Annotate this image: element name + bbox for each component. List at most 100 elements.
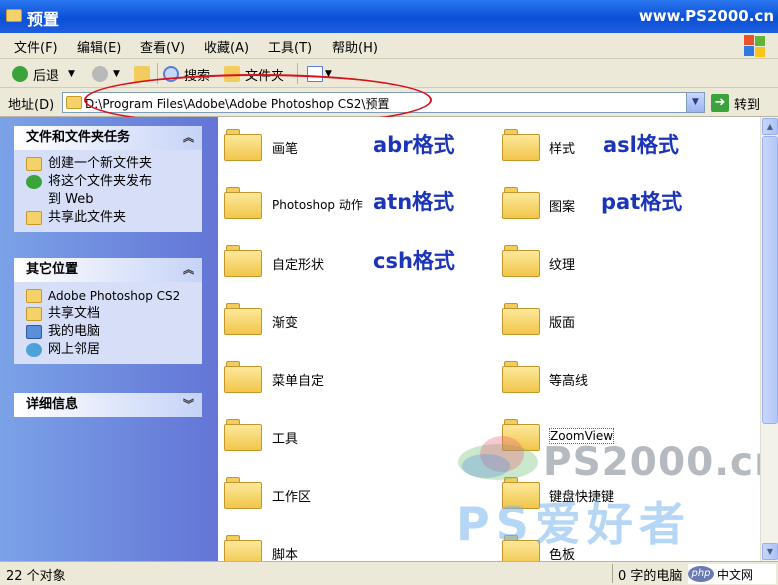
search-label: 搜索	[184, 68, 211, 84]
php-logo-icon: php	[688, 566, 714, 582]
ps2000-logo-icon	[458, 436, 538, 480]
folders-icon	[224, 66, 240, 82]
search-icon	[163, 66, 179, 82]
folder-icon[interactable]	[224, 303, 262, 335]
back-button[interactable]: 后退 ▼	[12, 64, 75, 84]
folder-icon	[6, 9, 22, 22]
collapse-icon[interactable]: ︽	[183, 126, 194, 150]
folder-label[interactable]: 版面	[549, 312, 575, 331]
object-count: 22 个对象	[6, 569, 66, 584]
address-bar: 地址(D) D:\Program Files\Adobe\Adobe Photo…	[0, 88, 778, 117]
folder-icon[interactable]	[502, 187, 540, 219]
folder-icon[interactable]	[224, 535, 262, 561]
place-photoshop[interactable]: Adobe Photoshop CS2	[26, 287, 202, 305]
folders-label: 文件夹	[245, 68, 285, 84]
views-button[interactable]: ▼	[307, 64, 332, 84]
chevron-down-icon[interactable]: ▼	[686, 93, 704, 112]
folder-icon[interactable]	[224, 245, 262, 277]
views-icon	[307, 66, 323, 82]
tagline-watermark: PS爱好者	[456, 497, 691, 551]
toolbar-divider	[297, 63, 298, 84]
toolbar: 后退 ▼ ▼ 搜索 文件夹 ▼	[0, 59, 778, 88]
windows-logo-icon	[744, 35, 766, 57]
up-button[interactable]	[134, 64, 155, 84]
place-my-computer-label: 我的电脑	[48, 324, 101, 339]
folders-button[interactable]: 文件夹	[224, 64, 284, 84]
folder-icon[interactable]	[502, 361, 540, 393]
menu-help[interactable]: 帮助(H)	[332, 37, 378, 56]
folder-label[interactable]: 菜单自定	[272, 370, 324, 389]
new-folder-icon	[26, 157, 42, 171]
vertical-scrollbar[interactable]: ▲ ▼	[760, 117, 778, 561]
places-panel-title: 其它位置	[26, 262, 79, 277]
title-bar[interactable]: 预置 www.PS2000.cn	[0, 0, 778, 33]
details-panel-title: 详细信息	[26, 397, 79, 412]
go-button[interactable]: ➜ 转到	[711, 93, 760, 113]
tasks-panel-header[interactable]: 文件和文件夹任务 ︽	[14, 126, 202, 150]
search-button[interactable]: 搜索	[163, 64, 210, 84]
task-new-folder-label: 创建一个新文件夹	[48, 156, 153, 171]
share-folder-icon	[26, 211, 42, 225]
address-input[interactable]: D:\Program Files\Adobe\Adobe Photoshop C…	[62, 92, 705, 113]
details-panel: 详细信息 ︾	[14, 393, 202, 417]
folder-icon[interactable]	[224, 361, 262, 393]
format-annotation-atn: atn格式	[373, 190, 455, 214]
folder-label[interactable]: 等高线	[549, 370, 588, 389]
folder-label[interactable]: Photoshop 动作	[272, 196, 363, 213]
folder-label[interactable]: 样式	[549, 138, 575, 157]
tasks-panel-title: 文件和文件夹任务	[26, 130, 131, 145]
collapse-icon[interactable]: ︽	[183, 258, 194, 282]
format-annotation-csh: csh格式	[373, 249, 455, 273]
folder-icon[interactable]	[224, 187, 262, 219]
folder-icon[interactable]	[224, 419, 262, 451]
place-shared-docs[interactable]: 共享文档	[26, 305, 202, 323]
place-network[interactable]: 网上邻居	[26, 341, 202, 359]
folder-icon[interactable]	[502, 303, 540, 335]
format-annotation-asl: asl格式	[603, 133, 679, 157]
folder-label[interactable]: 工具	[272, 428, 298, 447]
task-pane: 文件和文件夹任务 ︽ 创建一个新文件夹 将这个文件夹发布 到 Web 共享此文件…	[0, 117, 218, 561]
menu-view[interactable]: 查看(V)	[140, 37, 185, 56]
title-watermark: www.PS2000.cn	[638, 7, 774, 25]
folder-icon[interactable]	[224, 129, 262, 161]
scroll-down-icon[interactable]: ▼	[762, 543, 778, 560]
folder-icon[interactable]	[224, 477, 262, 509]
scroll-up-icon[interactable]: ▲	[762, 118, 778, 135]
forward-button[interactable]: ▼	[92, 64, 120, 84]
place-network-label: 网上邻居	[48, 342, 101, 357]
computer-icon	[26, 325, 42, 339]
scroll-thumb[interactable]	[762, 136, 778, 424]
menu-edit[interactable]: 编辑(E)	[77, 37, 121, 56]
go-arrow-icon: ➜	[711, 94, 729, 112]
place-my-computer[interactable]: 我的电脑	[26, 323, 202, 341]
folder-icon[interactable]	[502, 245, 540, 277]
folder-label[interactable]: 纹理	[549, 254, 575, 273]
folder-icon	[26, 307, 42, 321]
task-new-folder[interactable]: 创建一个新文件夹	[26, 155, 202, 173]
menu-bar: 文件(F) 编辑(E) 查看(V) 收藏(A) 工具(T) 帮助(H)	[0, 33, 778, 59]
php-badge-label: 中文网	[717, 567, 754, 582]
folder-label[interactable]: 渐变	[272, 312, 298, 331]
chevron-down-icon: ▼	[325, 69, 332, 79]
expand-icon[interactable]: ︾	[183, 393, 194, 417]
menu-tools[interactable]: 工具(T)	[268, 37, 312, 56]
place-shared-docs-label: 共享文档	[48, 306, 101, 321]
folder-label[interactable]: 画笔	[272, 138, 298, 157]
status-location: 0 字的电脑	[618, 569, 683, 584]
folder-label[interactable]: 工作区	[272, 486, 311, 505]
folder-label[interactable]: 自定形状	[272, 254, 324, 273]
places-panel-header[interactable]: 其它位置 ︽	[14, 258, 202, 282]
folder-label[interactable]: 图案	[549, 196, 575, 215]
menu-favorites[interactable]: 收藏(A)	[204, 37, 249, 56]
format-annotation-pat: pat格式	[601, 190, 683, 214]
folder-label[interactable]: 脚本	[272, 544, 298, 561]
task-share-folder[interactable]: 共享此文件夹	[26, 209, 202, 227]
address-label: 地址(D)	[8, 98, 55, 113]
menu-file[interactable]: 文件(F)	[14, 37, 58, 56]
task-publish-web[interactable]: 将这个文件夹发布 到 Web	[26, 173, 202, 209]
folder-icon[interactable]	[502, 129, 540, 161]
back-label: 后退	[33, 68, 60, 84]
tasks-panel: 文件和文件夹任务 ︽ 创建一个新文件夹 将这个文件夹发布 到 Web 共享此文件…	[14, 126, 202, 232]
details-panel-header[interactable]: 详细信息 ︾	[14, 393, 202, 417]
status-divider	[612, 564, 613, 583]
